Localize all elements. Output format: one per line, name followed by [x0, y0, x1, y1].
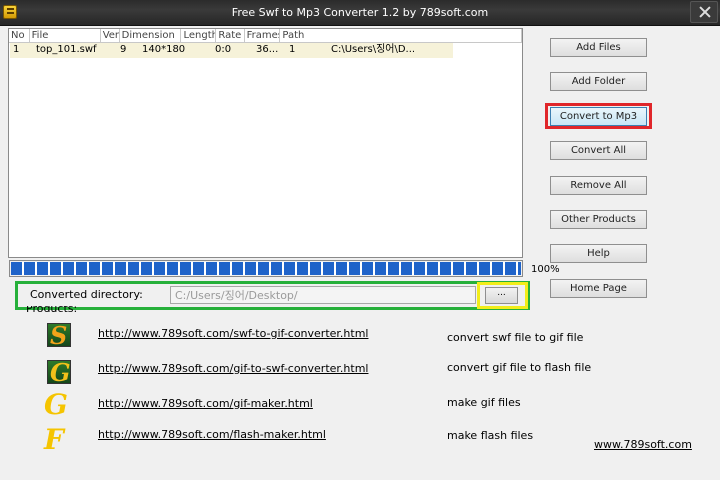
other-products-button[interactable]: Other Products — [550, 210, 647, 229]
column-header-no[interactable]: No — [9, 29, 30, 43]
convert-highlight: Convert to Mp3 — [545, 103, 652, 129]
progress-percent: 100% — [531, 264, 560, 275]
remove-all-button[interactable]: Remove All — [550, 176, 647, 195]
gif-to-swf-icon: G — [47, 358, 71, 387]
file-row[interactable]: 1 top_101.swf 9 140*180 0:0 36... 1 C:\U… — [10, 43, 453, 58]
window-title: Free Swf to Mp3 Converter 1.2 by 789soft… — [231, 6, 489, 19]
gif-maker-icon: G — [44, 388, 68, 421]
progress-bar — [9, 260, 523, 277]
converted-directory-panel: Converted directory: — [15, 281, 530, 310]
cell-no: 1 — [13, 44, 20, 55]
help-button[interactable]: Help — [550, 244, 647, 263]
column-header-length[interactable]: Length — [181, 29, 217, 43]
column-header-path[interactable]: Path — [280, 29, 522, 43]
cell-frames: 1 — [289, 44, 296, 55]
convert-all-button[interactable]: Convert All — [550, 141, 647, 160]
file-list-header: No File Ver Dimension Length Rate Frames… — [9, 29, 522, 43]
add-folder-button[interactable]: Add Folder — [550, 72, 647, 91]
add-files-button[interactable]: Add Files — [550, 38, 647, 57]
products-label: Products: — [26, 306, 78, 315]
column-header-rate[interactable]: Rate — [216, 29, 245, 43]
column-header-dimension[interactable]: Dimension — [119, 29, 182, 43]
converted-directory-label: Converted directory: — [30, 288, 143, 301]
title-bar: Free Swf to Mp3 Converter 1.2 by 789soft… — [0, 0, 720, 26]
cell-length: 0:0 — [215, 44, 232, 55]
column-header-file[interactable]: File — [29, 29, 101, 43]
product-link-gif-maker[interactable]: http://www.789soft.com/gif-maker.html — [98, 397, 313, 410]
cell-file: top_101.swf — [36, 44, 97, 55]
close-button[interactable] — [690, 1, 718, 23]
swf-to-gif-icon: S — [47, 321, 71, 350]
product-desc-flash-maker: make flash files — [447, 429, 534, 442]
product-link-swf-to-gif[interactable]: http://www.789soft.com/swf-to-gif-conver… — [98, 327, 368, 340]
cell-dimension: 140*180 — [142, 44, 186, 55]
product-desc-gif-to-swf: convert gif file to flash file — [447, 361, 592, 374]
close-icon — [700, 6, 710, 18]
cell-rate: 36... — [256, 44, 279, 55]
browse-highlight: ... — [477, 282, 528, 309]
cell-path: C:\Users\징어\D... — [331, 44, 416, 55]
website-link[interactable]: www.789soft.com — [594, 438, 692, 451]
column-header-frames[interactable]: Frames — [244, 29, 281, 43]
home-page-button[interactable]: Home Page — [550, 279, 647, 298]
flash-maker-icon: F — [44, 423, 64, 456]
cell-ver: 9 — [120, 44, 127, 55]
file-list[interactable]: No File Ver Dimension Length Rate Frames… — [8, 28, 523, 258]
browse-button[interactable]: ... — [485, 287, 518, 304]
product-desc-gif-maker: make gif files — [447, 396, 521, 409]
product-desc-swf-to-gif: convert swf file to gif file — [447, 331, 584, 344]
convert-to-mp3-button[interactable]: Convert to Mp3 — [550, 107, 647, 126]
product-link-flash-maker[interactable]: http://www.789soft.com/flash-maker.html — [98, 428, 326, 441]
converted-directory-input[interactable] — [170, 286, 476, 304]
column-header-ver[interactable]: Ver — [100, 29, 120, 43]
product-link-gif-to-swf[interactable]: http://www.789soft.com/gif-to-swf-conver… — [98, 362, 368, 375]
